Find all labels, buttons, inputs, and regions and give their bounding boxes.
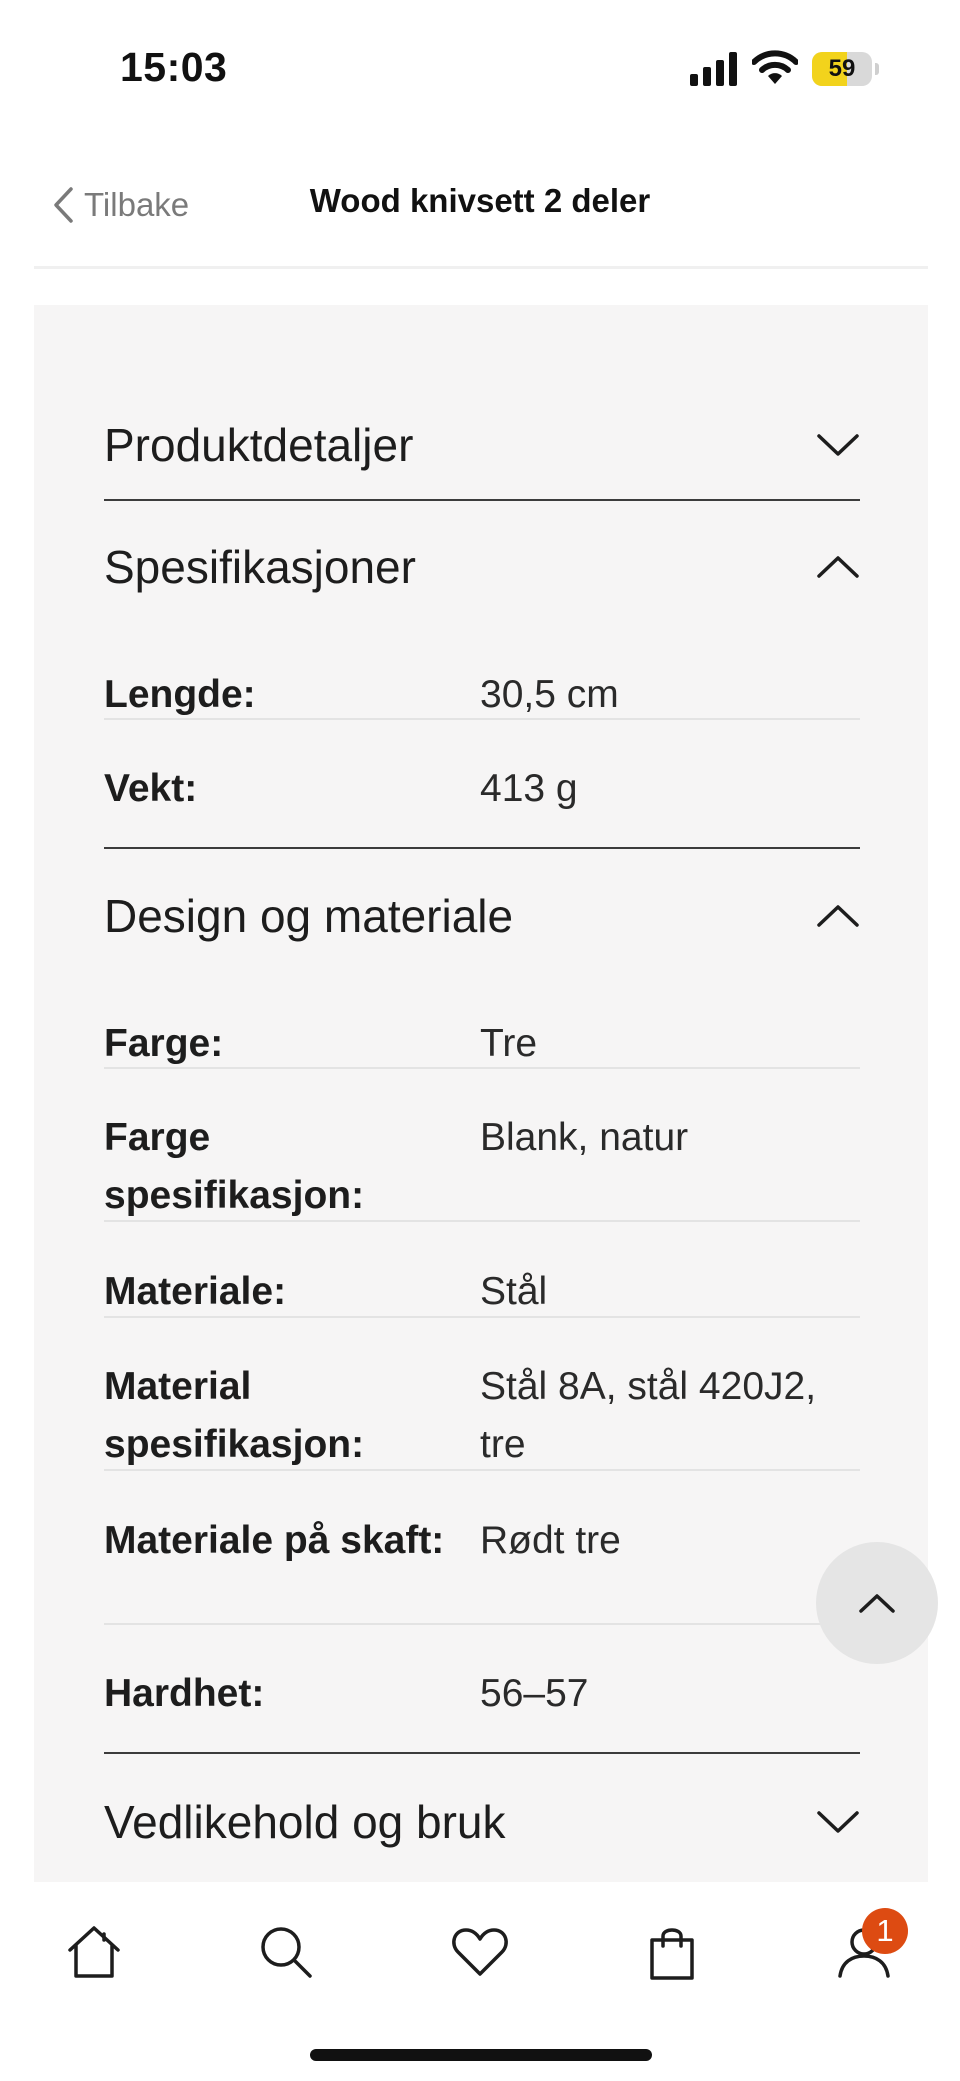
search-icon[interactable]	[254, 1920, 318, 1984]
section-divider	[104, 1752, 860, 1754]
chevron-up-icon	[817, 556, 859, 578]
chevron-down-icon	[817, 434, 859, 456]
spec-value: Rødt tre	[480, 1519, 621, 1562]
section-header-design-og-materiale[interactable]: Design og materiale	[104, 868, 860, 964]
spec-label: Material spesifikasjon:	[104, 1365, 365, 1466]
chevron-up-icon	[859, 1594, 895, 1613]
back-label: Tilbake	[84, 186, 190, 223]
back-button[interactable]: Tilbake	[52, 180, 189, 230]
section-title: Spesifikasjoner	[104, 541, 416, 593]
row-divider	[104, 1469, 860, 1471]
spec-label: Lengde:	[104, 673, 256, 716]
row-divider	[104, 1220, 860, 1222]
shopping-bag-icon[interactable]	[640, 1920, 704, 1984]
section-header-vedlikehold-og-bruk[interactable]: Vedlikehold og bruk	[104, 1774, 860, 1870]
section-header-produktdetaljer[interactable]: Produktdetaljer	[104, 397, 860, 493]
section-divider	[104, 499, 860, 501]
wifi-icon	[752, 50, 798, 84]
home-icon[interactable]	[62, 1920, 126, 1984]
scroll-to-top-button[interactable]	[816, 1542, 938, 1664]
battery-percent: 59	[828, 55, 856, 82]
spec-value: Stål 8A, stål 420J2, tre	[480, 1365, 817, 1466]
chevron-up-icon	[817, 905, 859, 927]
spec-value: 30,5 cm	[480, 673, 619, 716]
spec-value: Stål	[480, 1270, 548, 1313]
page-title: Wood knivsett 2 deler	[309, 182, 651, 219]
row-divider	[104, 1316, 860, 1318]
spec-label: Materiale på skaft:	[104, 1519, 445, 1562]
section-header-spesifikasjoner[interactable]: Spesifikasjoner	[104, 519, 860, 615]
row-divider	[104, 1623, 860, 1625]
row-divider	[104, 718, 860, 720]
spec-label: Farge:	[104, 1022, 224, 1065]
header-divider	[34, 266, 928, 269]
cellular-signal-icon	[690, 52, 737, 86]
spec-label: Materiale:	[104, 1270, 287, 1313]
section-divider	[104, 847, 860, 849]
chevron-left-icon	[54, 187, 73, 223]
status-time: 15:03	[120, 44, 228, 90]
section-title: Vedlikehold og bruk	[104, 1796, 506, 1848]
spec-value: 413 g	[480, 767, 578, 810]
battery-indicator: 59	[812, 52, 880, 86]
spec-value: Blank, natur	[480, 1116, 689, 1159]
spec-label: Hardhet:	[104, 1672, 265, 1715]
row-divider	[104, 1067, 860, 1069]
section-title: Produktdetaljer	[104, 419, 414, 471]
spec-label: Vekt:	[104, 767, 198, 810]
cart-count-badge: 1	[862, 1908, 908, 1954]
spec-value: 56–57	[480, 1672, 589, 1715]
spec-value: Tre	[480, 1022, 538, 1065]
spec-label: Farge spesifikasjon:	[104, 1116, 365, 1217]
chevron-down-icon	[817, 1811, 859, 1833]
heart-icon[interactable]	[448, 1920, 512, 1984]
home-indicator[interactable]	[310, 2049, 652, 2061]
product-info-panel: Produktdetaljer Spesifikasjoner Lengde: …	[34, 305, 928, 1882]
section-title: Design og materiale	[104, 890, 514, 942]
